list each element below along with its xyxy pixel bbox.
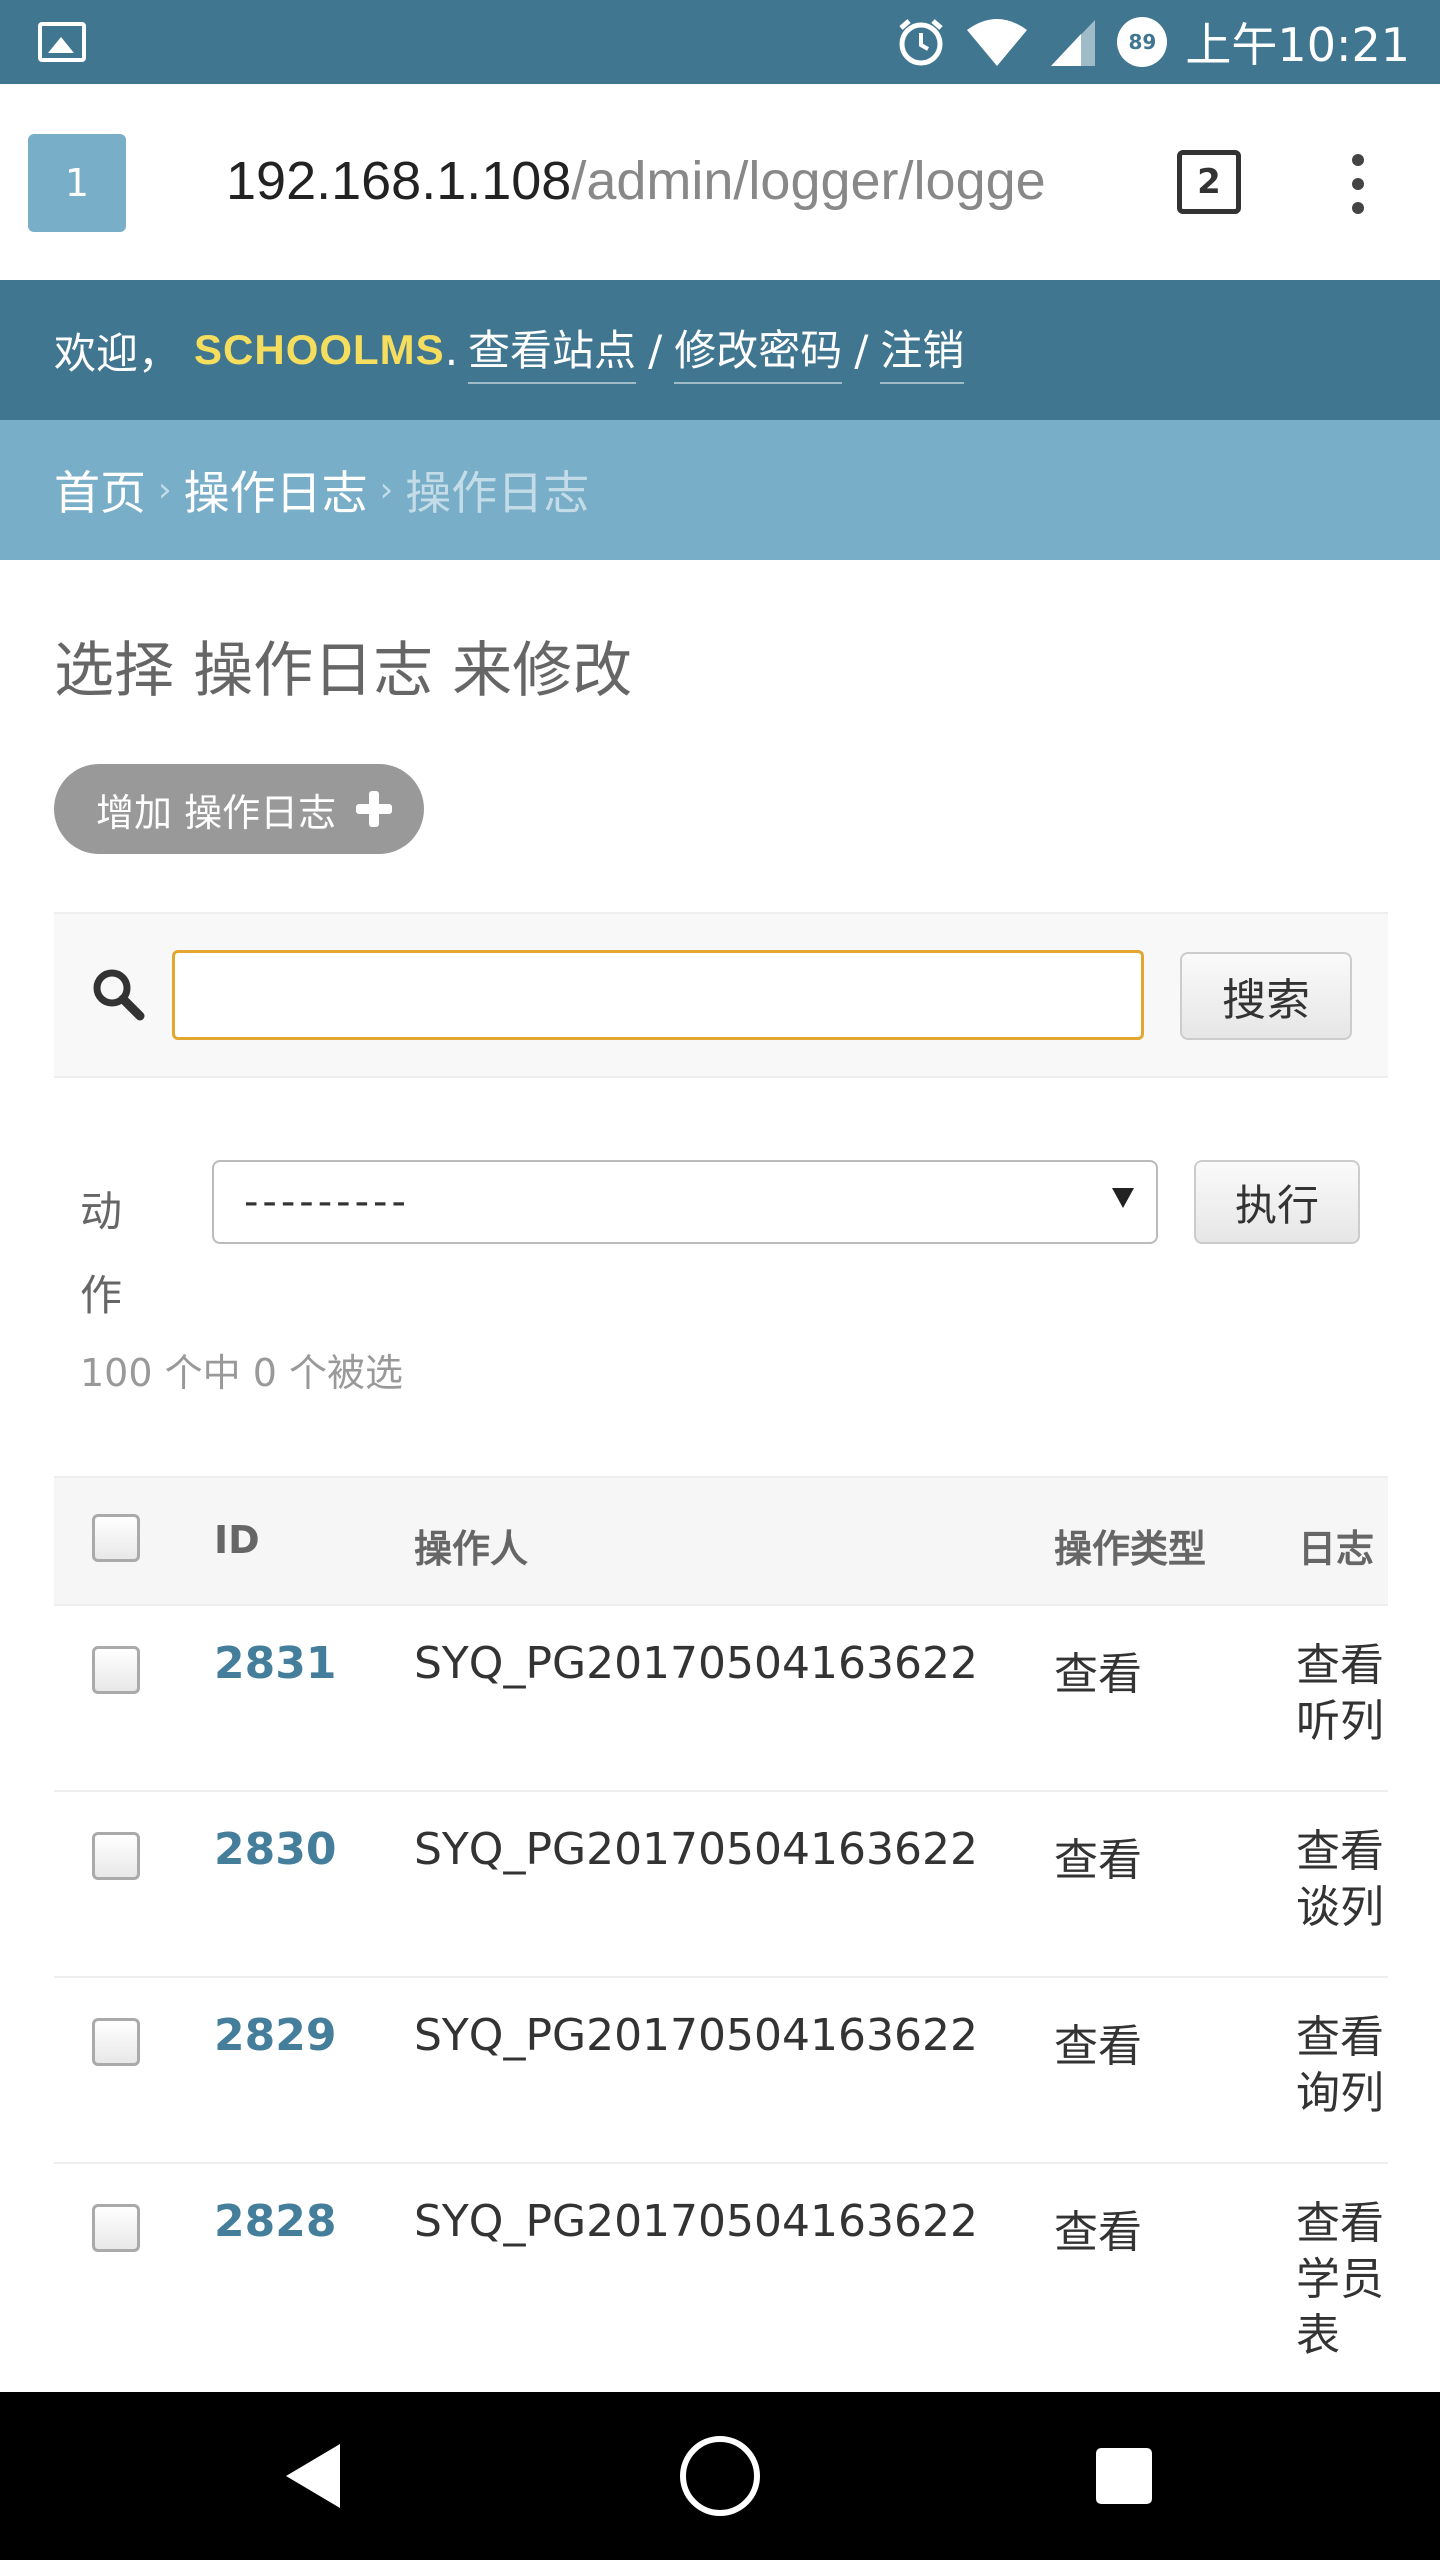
- username: SCHOOLMS: [194, 326, 445, 373]
- row-log: 查看询列: [1296, 2012, 1384, 2119]
- row-log: 查看学员表: [1296, 2198, 1384, 2361]
- breadcrumb-home[interactable]: 首页: [54, 457, 146, 523]
- address-bar[interactable]: 192.168.1.108/admin/logger/logge: [226, 150, 1086, 220]
- row-id-link[interactable]: 2830: [214, 1824, 336, 1875]
- welcome-text: 欢迎，: [54, 328, 181, 378]
- browser-toolbar: 1 192.168.1.108/admin/logger/logge 2: [0, 84, 1440, 280]
- add-log-button[interactable]: 增加 操作日志: [54, 764, 425, 854]
- row-type: 查看: [1054, 2207, 1142, 2258]
- tab-switcher-button[interactable]: 2: [1177, 150, 1241, 214]
- go-button[interactable]: 执行: [1194, 1160, 1360, 1244]
- breadcrumb: 首页 › 操作日志 › 操作日志: [0, 420, 1440, 560]
- back-icon[interactable]: [286, 2444, 340, 2508]
- result-list: ID 操作人 操作类型 日志 2831 SYQ_PG20170504163622…: [54, 1476, 1388, 2390]
- column-header-operator[interactable]: 操作人: [414, 1518, 528, 1573]
- table-row: 2829 SYQ_PG20170504163622 查看 查看询列: [54, 1978, 1388, 2164]
- tab-thumbnail-button[interactable]: 1: [28, 134, 126, 232]
- column-header-type[interactable]: 操作类型: [1054, 1518, 1206, 1573]
- search-button[interactable]: 搜索: [1180, 952, 1352, 1040]
- column-header-log[interactable]: 日志: [1298, 1518, 1374, 1573]
- row-checkbox[interactable]: [92, 1832, 140, 1880]
- breadcrumb-app[interactable]: 操作日志: [184, 457, 368, 523]
- row-type: 查看: [1054, 1835, 1142, 1886]
- row-checkbox[interactable]: [92, 1646, 140, 1694]
- select-all-checkbox[interactable]: [92, 1514, 140, 1562]
- wifi-icon: [967, 19, 1028, 66]
- username-period: .: [444, 325, 459, 375]
- row-log: 查看谈列: [1296, 1826, 1384, 1933]
- recent-apps-icon[interactable]: [1096, 2448, 1152, 2504]
- plus-icon: [356, 791, 393, 827]
- table-row: 2831 SYQ_PG20170504163622 查看 查看听列: [54, 1606, 1388, 1792]
- row-type: 查看: [1054, 2021, 1142, 2072]
- row-id-link[interactable]: 2829: [214, 2010, 336, 2061]
- search-icon: [93, 969, 145, 1021]
- url-host: 192.168.1.108: [226, 151, 572, 211]
- row-operator: SYQ_PG20170504163622: [414, 2010, 978, 2061]
- breadcrumb-arrow: ›: [158, 470, 172, 510]
- selection-count: 100 个中 0 个被选: [80, 1351, 403, 1395]
- column-header-id[interactable]: ID: [214, 1518, 260, 1562]
- battery-icon: 89: [1117, 17, 1168, 67]
- separator: /: [854, 325, 869, 375]
- table-row: 2830 SYQ_PG20170504163622 查看 查看谈列: [54, 1792, 1388, 1978]
- user-tools: 欢迎， SCHOOLMS. 查看站点 / 修改密码 / 注销: [0, 280, 1440, 420]
- home-icon[interactable]: [680, 2436, 760, 2516]
- row-operator: SYQ_PG20170504163622: [414, 1824, 978, 1875]
- row-type: 查看: [1054, 1649, 1142, 1700]
- separator: /: [648, 325, 663, 375]
- url-path: /admin/logger/logge: [571, 151, 1046, 211]
- status-bar: 89 上午10:21: [0, 0, 1440, 84]
- table-header: ID 操作人 操作类型 日志: [54, 1476, 1388, 1606]
- signal-icon: [1051, 20, 1096, 66]
- gallery-icon: [38, 22, 86, 62]
- system-nav-bar: [0, 2392, 1440, 2560]
- search-input[interactable]: [172, 950, 1144, 1040]
- add-button-label: 增加 操作日志: [96, 790, 337, 835]
- table-row: 2828 SYQ_PG20170504163622 查看 查看学员表: [54, 2164, 1388, 2390]
- row-checkbox[interactable]: [92, 2018, 140, 2066]
- row-id-link[interactable]: 2831: [214, 1638, 336, 1689]
- row-operator: SYQ_PG20170504163622: [414, 2196, 978, 2247]
- status-right: 89 上午10:21: [895, 0, 1410, 84]
- change-password-link[interactable]: 修改密码: [674, 317, 843, 384]
- logout-link[interactable]: 注销: [880, 317, 965, 384]
- page-title: 选择 操作日志 来修改: [54, 636, 633, 706]
- breadcrumb-current: 操作日志: [405, 466, 590, 520]
- search-toolbar: 搜索: [54, 912, 1388, 1078]
- view-site-link[interactable]: 查看站点: [468, 317, 637, 384]
- actions-label: 动作: [80, 1187, 123, 1320]
- clock-time: 上午10:21: [1185, 18, 1410, 72]
- overflow-menu-icon[interactable]: [1340, 154, 1376, 214]
- alarm-icon: [899, 19, 944, 66]
- action-select-value: ---------: [244, 1179, 410, 1225]
- row-operator: SYQ_PG20170504163622: [414, 1638, 978, 1689]
- row-id-link[interactable]: 2828: [214, 2196, 336, 2247]
- row-checkbox[interactable]: [92, 2204, 140, 2252]
- breadcrumb-arrow: ›: [379, 470, 394, 510]
- dropdown-caret-icon: [1112, 1188, 1134, 1208]
- row-log: 查看听列: [1296, 1640, 1384, 1747]
- action-select[interactable]: ---------: [212, 1160, 1158, 1244]
